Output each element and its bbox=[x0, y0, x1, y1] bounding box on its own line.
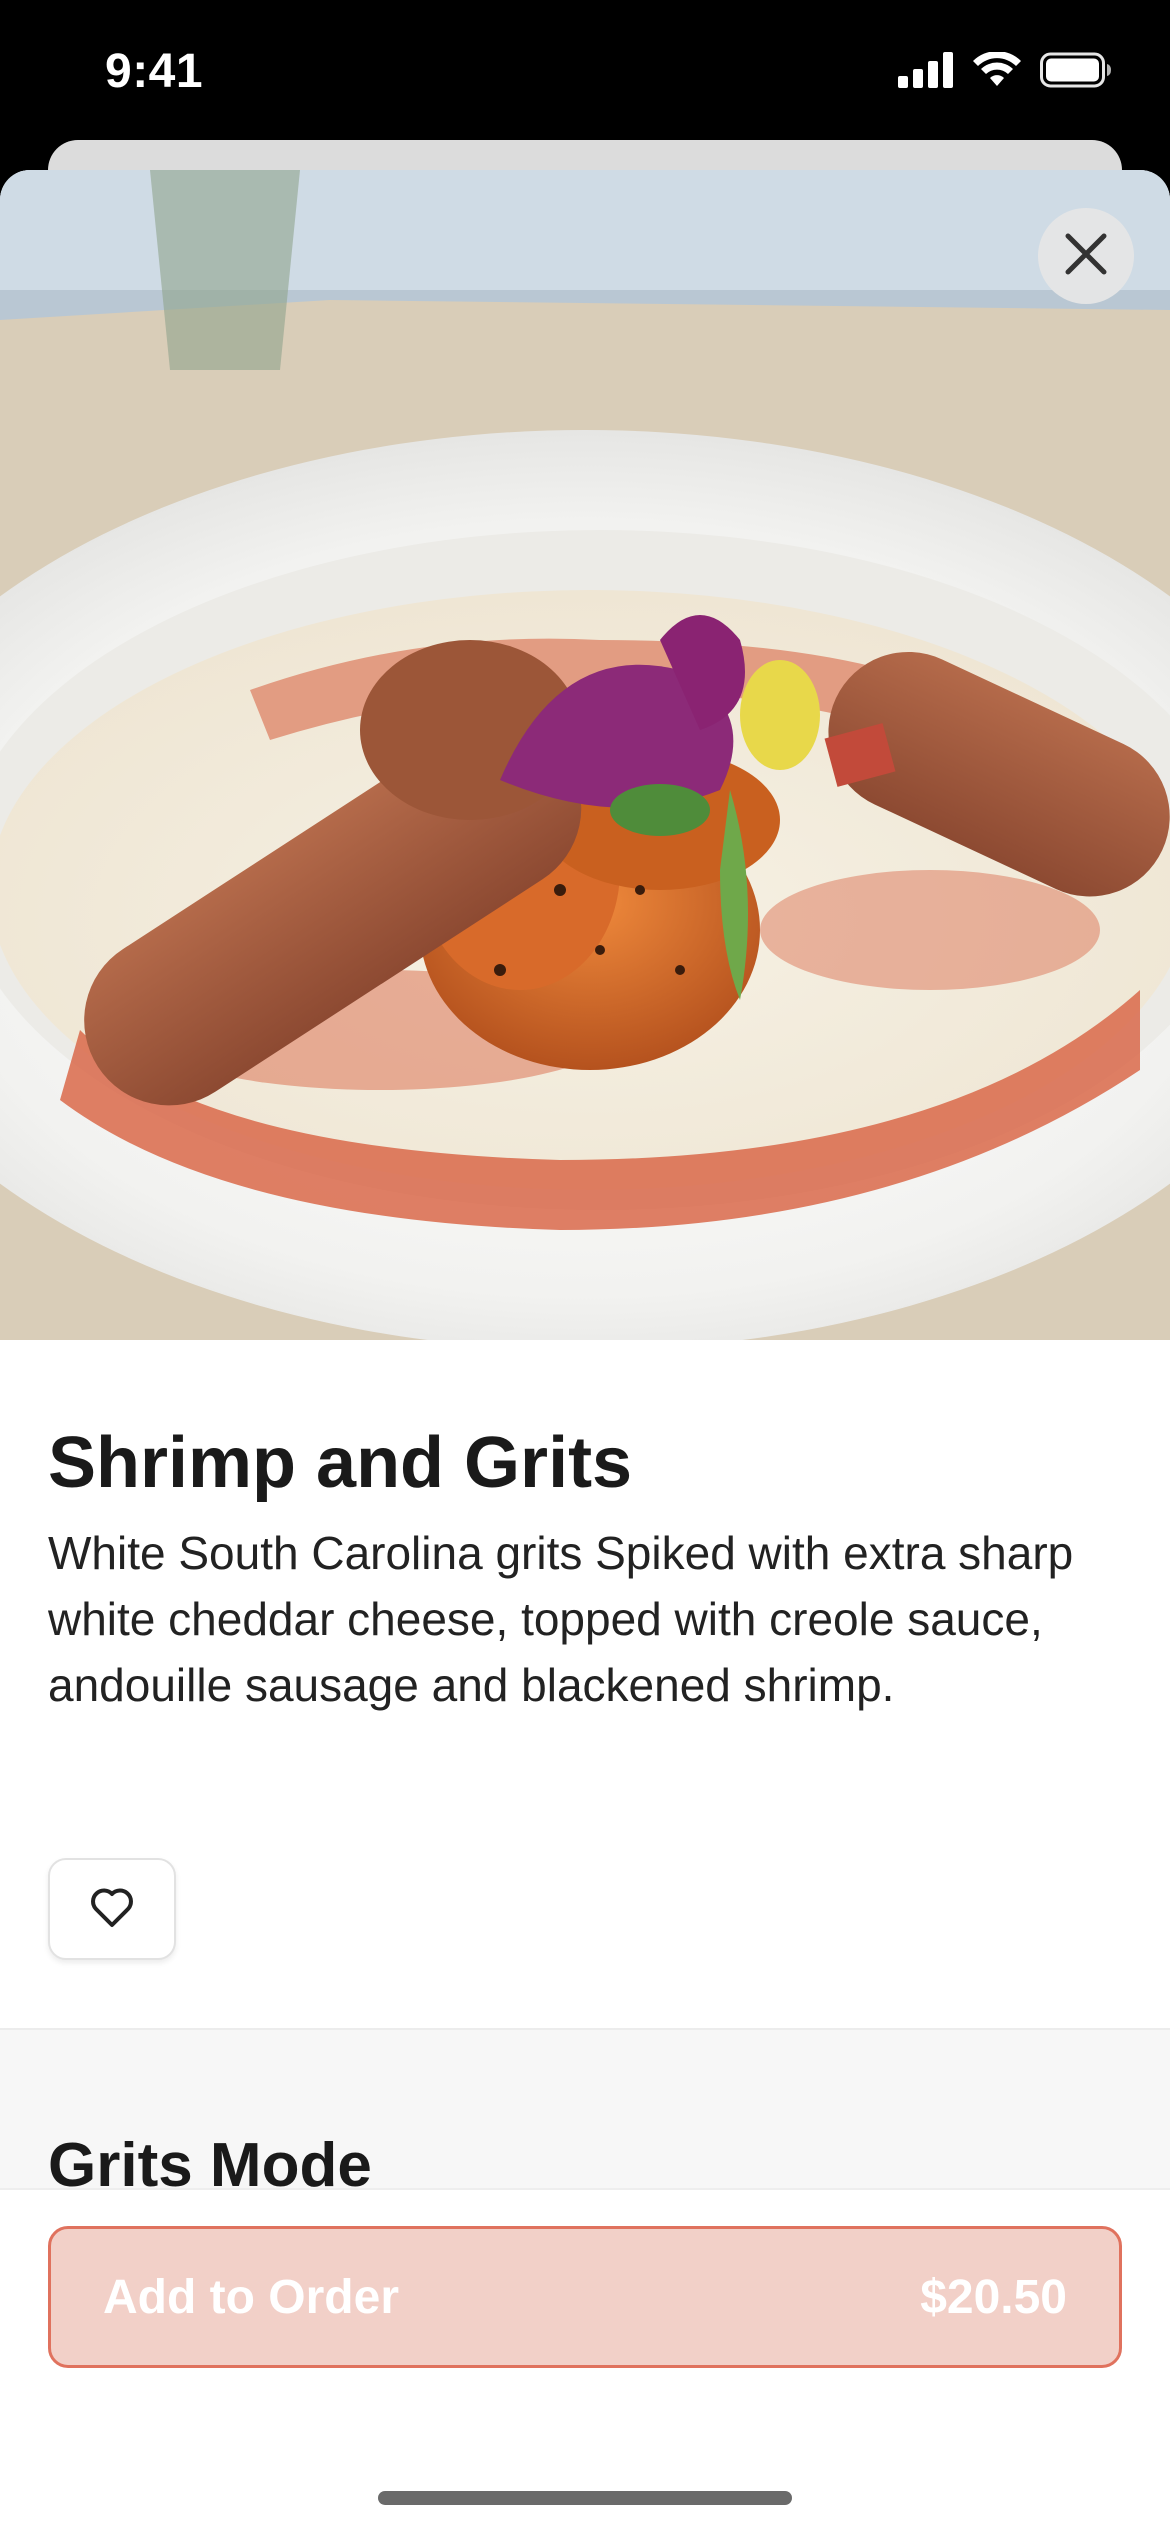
options-section-title: Grits Mode bbox=[48, 2131, 372, 2190]
order-price: $20.50 bbox=[920, 2270, 1067, 2324]
item-detail-sheet: Shrimp and Grits White South Carolina gr… bbox=[0, 170, 1170, 2532]
favorite-button[interactable] bbox=[48, 1858, 176, 1960]
status-bar: 9:41 bbox=[0, 0, 1170, 150]
add-to-order-button[interactable]: Add to Order $20.50 bbox=[48, 2226, 1122, 2368]
wifi-icon bbox=[972, 51, 1022, 93]
close-button[interactable] bbox=[1038, 208, 1134, 304]
status-time: 9:41 bbox=[105, 45, 204, 98]
heart-icon bbox=[88, 1885, 136, 1934]
cellular-signal-icon bbox=[898, 52, 954, 93]
home-indicator[interactable] bbox=[378, 2491, 792, 2505]
item-info: Shrimp and Grits White South Carolina gr… bbox=[48, 1420, 1122, 1718]
order-footer: Add to Order $20.50 bbox=[0, 2188, 1170, 2532]
add-to-order-label: Add to Order bbox=[103, 2270, 399, 2324]
status-icons bbox=[898, 51, 1112, 93]
options-section: Grits Mode bbox=[0, 2030, 1170, 2190]
item-title: Shrimp and Grits bbox=[48, 1423, 633, 1503]
battery-icon bbox=[1040, 52, 1112, 93]
close-icon bbox=[1064, 232, 1108, 281]
item-description: White South Carolina grits Spiked with e… bbox=[48, 1527, 1074, 1712]
item-photo bbox=[0, 170, 1170, 1340]
screen: 9:41 Shrimp and Grits White South Caroli… bbox=[0, 0, 1170, 2532]
